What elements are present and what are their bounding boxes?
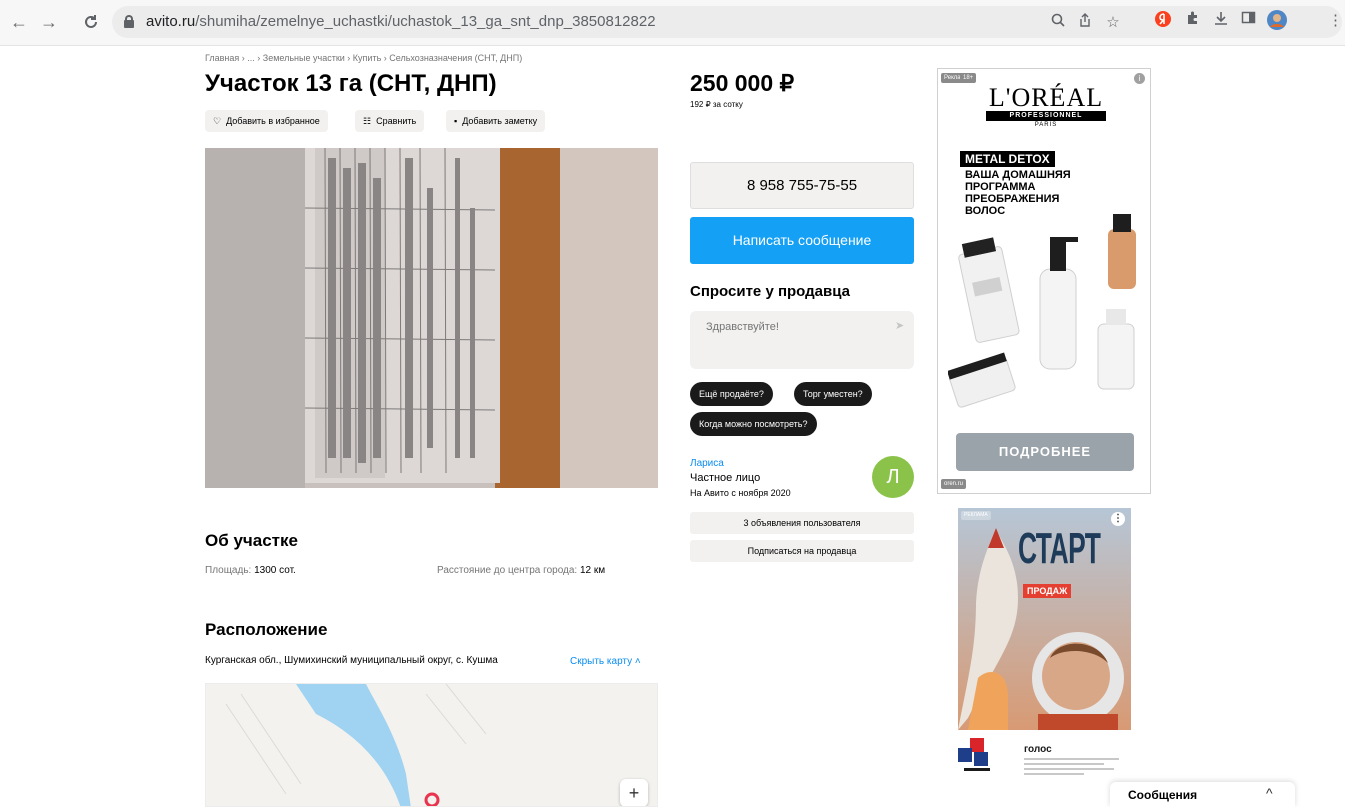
quick-reply-chip[interactable]: Ещё продаёте? [690,382,773,406]
side-panel-icon[interactable] [1237,10,1259,32]
price-per-sotka: 192 ₽ за сотку [690,100,743,109]
compare-icon: ☷ [363,116,372,126]
seller-avatar[interactable]: Л [872,456,914,498]
address-text: Курганская обл., Шумихинский муниципальн… [205,655,498,666]
compare-button[interactable]: ☷ Сравнить [355,110,425,132]
heart-icon: ♡ [213,116,222,126]
loreal-paris-line: PARIS [1034,122,1058,128]
browser-toolbar: ← → avito.ru/shumiha/zemelnye_uchastki/u… [0,0,1345,46]
ad-product-name: METAL DETOX [960,151,1055,167]
ad-info-icon[interactable]: ⋮ [1111,512,1125,526]
map-zoom-in-button[interactable]: + [620,779,648,806]
breadcrumb-home[interactable]: Главная [205,53,239,63]
bookmark-star-icon[interactable]: ☆ [1102,12,1124,34]
zoom-icon[interactable] [1047,12,1069,34]
show-phone-button[interactable]: 8 958 755-75-55 [690,162,914,209]
note-icon: ▪ [454,116,458,126]
add-to-favorites-button[interactable]: ♡ Добавить в избранное [205,110,328,132]
loreal-professionnel-line: PROFESSIONNEL [986,111,1106,121]
seller-since: На Авито с ноября 2020 [690,488,791,498]
loreal-ad-banner[interactable]: Реклама 18+ i L'ORÉAL PROFESSIONNEL PARI… [937,68,1151,494]
start-sales-ad-banner[interactable]: РЕКЛАМА ⋮ СТАРТ ПРОДАЖ [958,508,1131,730]
loreal-logo: L'ORÉAL [988,83,1104,112]
messages-panel[interactable]: Сообщения ^ [1110,782,1295,807]
breadcrumb-category[interactable]: Сельхозназначения (СНТ, ДНП) [389,53,522,63]
yandex-extension-icon[interactable] [1152,10,1174,32]
about-section-title: Об участке [205,531,298,550]
seller-listings-button[interactable]: 3 объявления пользователя [690,512,914,534]
share-icon[interactable] [1074,12,1096,34]
profile-avatar-icon[interactable] [1266,9,1288,31]
back-arrow-icon[interactable]: ← [8,11,30,33]
forward-arrow-icon[interactable]: → [38,11,60,33]
golos-logo-icon [958,738,998,778]
quick-reply-chip[interactable]: Когда можно посмотреть? [690,412,817,436]
messages-label: Сообщения [1128,788,1198,802]
chevron-up-icon: ˄ [634,656,641,667]
lock-icon[interactable] [124,15,134,28]
product-bottles-image [948,214,1136,408]
reload-icon[interactable] [80,11,102,33]
page-title: Участок 13 га (СНТ, ДНП) [205,70,497,97]
area-info: Площадь: 1300 сот. [205,565,296,576]
golos-fine-print [1024,758,1119,778]
distance-info: Расстояние до центра города: 12 км [437,565,606,576]
quick-reply-chip[interactable]: Торг уместен? [794,382,872,406]
price: 250 000 ₽ [690,70,795,96]
add-note-button[interactable]: ▪ Добавить заметку [446,110,546,132]
ask-seller-input[interactable] [690,311,914,369]
location-map[interactable]: + [205,683,658,807]
ad-details-button[interactable]: ПОДРОБНЕЕ [956,433,1134,471]
breadcrumb-buy[interactable]: Купить [353,53,381,63]
age-rating-badge: 18+ [960,73,977,83]
breadcrumb-land[interactable]: Земельные участки [263,53,345,63]
breadcrumb-ellipsis[interactable]: ... [247,53,255,63]
extensions-puzzle-icon[interactable] [1182,10,1204,32]
send-icon[interactable]: ➤ [895,319,904,332]
hide-map-link[interactable]: Скрыть карту ˄ [570,656,641,667]
breadcrumb: Главная › ... › Земельные участки › Купи… [205,53,523,63]
ad-headline: СТАРТ [1018,524,1101,573]
listing-photo[interactable] [205,148,658,488]
chevron-up-icon[interactable]: ^ [1266,785,1273,801]
menu-kebab-icon[interactable]: ⋮ [1328,10,1343,32]
subscribe-seller-button[interactable]: Подписаться на продавца [690,540,914,562]
ad-source-label: oren.ru [941,479,967,489]
write-message-button[interactable]: Написать сообщение [690,217,914,264]
ad-info-icon[interactable]: i [1134,73,1145,84]
seller-type: Частное лицо [690,472,761,484]
golos-brand: голос [1024,744,1052,755]
seller-name-link[interactable]: Лариса [690,458,724,469]
ask-seller-title: Спросите у продавца [690,283,850,300]
url-text[interactable]: avito.ru/shumiha/zemelnye_uchastki/uchas… [146,13,656,30]
location-section-title: Расположение [205,620,328,639]
ad-label: РЕКЛАМА [961,511,991,520]
ad-subheadline: ПРОДАЖ [1023,584,1072,598]
download-icon[interactable] [1210,10,1232,32]
